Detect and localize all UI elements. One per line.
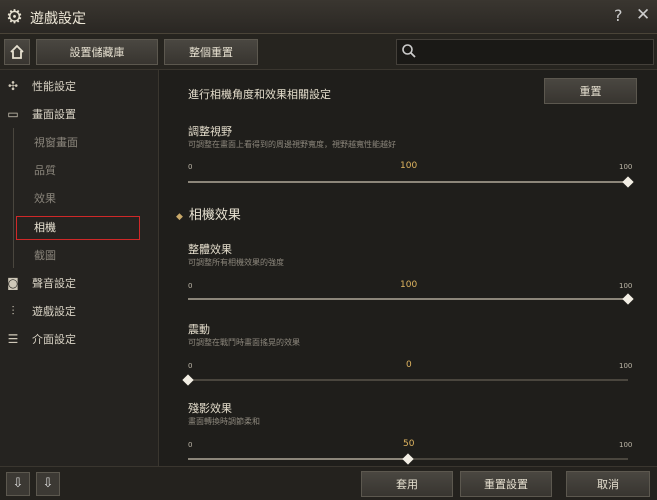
performance-icon: ✣ [7, 79, 19, 93]
home-icon [10, 44, 24, 59]
sidebar-item-quality[interactable]: 品質 [0, 157, 159, 183]
slider-thumb[interactable] [182, 374, 194, 386]
list-icon: ☰ [7, 332, 19, 346]
sidebar-item-label: 介面設定 [32, 333, 76, 346]
afterimage-title: 殘影效果 [188, 402, 232, 415]
slider-thumb[interactable] [402, 453, 414, 465]
sidebar-item-label: 遊戲設定 [32, 305, 76, 318]
slider-min: 0 [188, 362, 193, 370]
help-button[interactable]: ? [614, 6, 623, 25]
import-button[interactable]: ⇩ [6, 472, 30, 496]
selection-highlight [16, 216, 140, 240]
slider-fill [188, 181, 628, 183]
slider-fill [188, 458, 408, 460]
slider-value: 0 [406, 360, 412, 370]
reset-settings-button[interactable]: 重置設置 [460, 471, 552, 497]
afterimage-slider[interactable] [188, 453, 628, 465]
home-button[interactable] [4, 39, 30, 65]
slider-thumb[interactable] [622, 176, 634, 188]
monitor-icon: ▭ [7, 107, 19, 121]
shake-title: 震動 [188, 323, 210, 336]
fov-slider[interactable] [188, 176, 634, 188]
apply-button[interactable]: 套用 [361, 471, 453, 497]
sidebar-item-label: 畫面設置 [32, 108, 76, 121]
sidebar-item-display[interactable]: ▭ 畫面設置 [0, 101, 159, 127]
download-icon: ⇩ [12, 476, 24, 491]
slider-min: 0 [188, 163, 193, 171]
slider-max: 100 [619, 163, 633, 171]
slider-max: 100 [619, 441, 633, 449]
search-input[interactable] [396, 39, 654, 65]
slider-value: 100 [400, 161, 418, 171]
slider-thumb[interactable] [622, 293, 634, 305]
bottom-bar: ⇩ ⇩ 套用 重置設置 取消 [0, 466, 657, 500]
slider-min: 0 [188, 441, 193, 449]
speaker-icon: ◙ [7, 276, 19, 290]
sidebar-item-label: 視窗畫面 [34, 136, 78, 149]
reset-button[interactable]: 重置 [544, 78, 637, 104]
cancel-button[interactable]: 取消 [566, 471, 650, 497]
panel-header: 進行相機角度和效果相關設定 [188, 88, 331, 101]
sidebar-item-label: 截圖 [34, 249, 56, 262]
sidebar-item-label: 品質 [34, 164, 56, 177]
slider-max: 100 [619, 282, 633, 290]
toolbar: 設置儲藏庫 整個重置 [0, 34, 657, 70]
slider-max: 100 [619, 362, 633, 370]
tree-line [13, 128, 14, 268]
download-icon: ⇩ [42, 476, 54, 491]
overall-title: 整體效果 [188, 243, 232, 256]
sidebar-item-label: 性能設定 [32, 80, 76, 93]
diamond-icon: ◆ [176, 212, 183, 222]
gear-icon: ⚙ [6, 6, 24, 28]
title-bar: ⚙ 遊戲設定 ? ✕ [0, 0, 657, 34]
sidebar: ✣ 性能設定 ▭ 畫面設置 視窗畫面 品質 效果 相機 截圖 ◙ 聲音設定 ⫶ … [0, 70, 159, 466]
sidebar-item-effects[interactable]: 效果 [0, 185, 159, 211]
fov-title: 調整視野 [188, 125, 232, 138]
afterimage-desc: 畫面轉換時調節柔和 [188, 417, 260, 426]
sidebar-item-window[interactable]: 視窗畫面 [0, 129, 159, 155]
window-title: 遊戲設定 [30, 11, 86, 27]
sidebar-item-interface[interactable]: ☰ 介面設定 [0, 326, 159, 352]
sidebar-item-game[interactable]: ⫶ 遊戲設定 [0, 298, 159, 324]
shake-slider[interactable] [182, 374, 628, 386]
settings-storage-button[interactable]: 設置儲藏庫 [36, 39, 158, 65]
slider-value: 100 [400, 280, 418, 290]
close-button[interactable]: ✕ [636, 5, 650, 25]
overall-desc: 可調整所有相機效果的強度 [188, 258, 284, 267]
sidebar-item-sound[interactable]: ◙ 聲音設定 [0, 270, 159, 296]
sidebar-item-performance[interactable]: ✣ 性能設定 [0, 73, 159, 99]
settings-panel: 進行相機角度和效果相關設定 重置 調整視野 可調整在畫面上看得到的周邊視野寬度，… [160, 70, 657, 466]
sidebar-item-label: 效果 [34, 192, 56, 205]
sliders-icon: ⫶ [11, 304, 15, 318]
search-icon [402, 44, 416, 58]
sidebar-item-screenshot[interactable]: 截圖 [0, 242, 159, 268]
overall-slider[interactable] [188, 293, 634, 305]
slider-fill [188, 298, 628, 300]
reset-all-button[interactable]: 整個重置 [164, 39, 258, 65]
sidebar-item-label: 聲音設定 [32, 277, 76, 290]
slider-min: 0 [188, 282, 193, 290]
section-title: 相機效果 [188, 208, 241, 223]
export-button[interactable]: ⇩ [36, 472, 60, 496]
shake-desc: 可調整在戰鬥時畫面搖晃的效果 [188, 338, 300, 347]
section-heading: ◆ 相機效果 [176, 204, 241, 223]
fov-desc: 可調整在畫面上看得到的周邊視野寬度，視野越寬性能越好 [188, 140, 396, 149]
slider-value: 50 [403, 439, 415, 449]
